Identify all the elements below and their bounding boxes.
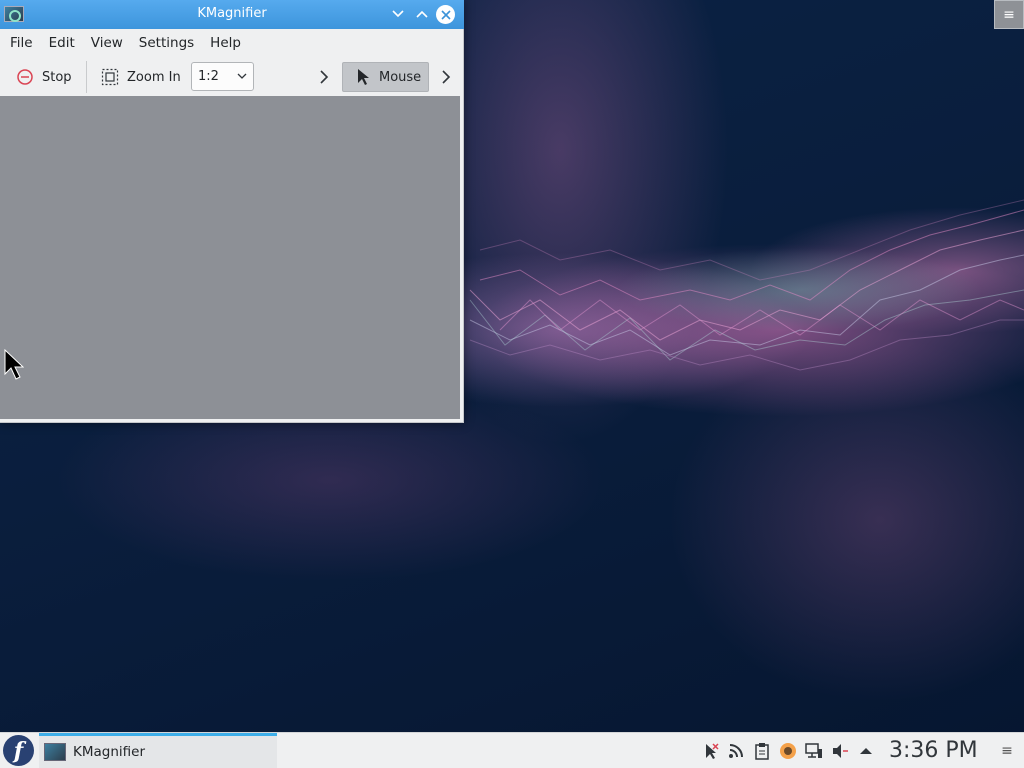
chevron-down-icon — [237, 73, 247, 79]
kmagnifier-app-icon — [44, 743, 66, 761]
toolbar-overflow-arrow[interactable] — [318, 62, 330, 92]
task-item-label: KMagnifier — [73, 744, 146, 760]
panel-options-button[interactable]: ≡ — [998, 741, 1016, 761]
system-tray — [700, 739, 876, 763]
updates-icon[interactable] — [778, 741, 798, 761]
toolbar-separator — [86, 61, 87, 93]
hamburger-icon: ≡ — [1001, 743, 1013, 759]
kmagnifier-tray-icon[interactable] — [700, 741, 720, 761]
minimize-button[interactable] — [388, 4, 408, 24]
zoom-ratio-value: 1:2 — [198, 69, 219, 84]
tray-expand-arrow-icon[interactable] — [856, 741, 876, 761]
mouse-cursor-icon — [358, 69, 369, 85]
chevron-right-icon — [442, 70, 451, 84]
chevron-up-icon — [416, 10, 428, 18]
magnified-view[interactable] — [0, 96, 460, 419]
zoom-in-icon — [101, 68, 119, 86]
close-button[interactable] — [436, 5, 455, 24]
follow-mouse-button[interactable]: Mouse — [342, 62, 429, 92]
kmagnifier-window: KMagnifier File Edit View Settings Help … — [0, 0, 464, 423]
menu-file[interactable]: File — [2, 35, 41, 51]
maximize-button[interactable] — [412, 4, 432, 24]
menubar: File Edit View Settings Help — [0, 29, 464, 57]
rss-feed-icon[interactable] — [726, 741, 746, 761]
volume-muted-icon[interactable] — [830, 741, 850, 761]
stop-label: Stop — [42, 69, 72, 85]
zoom-in-button[interactable]: Zoom In — [101, 62, 181, 92]
stop-button[interactable]: Stop — [16, 62, 72, 92]
toolbar-extension-arrow[interactable] — [440, 62, 452, 92]
stop-icon — [17, 69, 33, 85]
application-launcher[interactable]: f — [3, 735, 34, 766]
chevron-right-icon — [320, 70, 329, 84]
hamburger-icon: ≡ — [1003, 6, 1015, 23]
task-item-kmagnifier[interactable]: KMagnifier — [39, 733, 277, 768]
menu-view[interactable]: View — [83, 35, 131, 51]
digital-clock[interactable]: 3:36 PM — [889, 738, 978, 763]
network-icon[interactable] — [804, 741, 824, 761]
main-toolbar: Stop Zoom In 1:2 Mouse — [0, 57, 464, 96]
menu-edit[interactable]: Edit — [41, 35, 83, 51]
chevron-down-icon — [392, 10, 404, 18]
fedora-logo-icon: f — [13, 737, 24, 764]
taskbar: f KMagnifier 3:36 PM ≡ — [0, 732, 1024, 768]
zoom-in-label: Zoom In — [127, 69, 181, 85]
menu-help[interactable]: Help — [202, 35, 249, 51]
menu-settings[interactable]: Settings — [131, 35, 202, 51]
zoom-ratio-select[interactable]: 1:2 — [191, 62, 254, 91]
mouse-label: Mouse — [379, 69, 422, 85]
titlebar[interactable]: KMagnifier — [0, 0, 464, 29]
desktop-toolbox-button[interactable]: ≡ — [994, 0, 1024, 29]
close-icon — [440, 9, 451, 20]
magnified-cursor-icon — [4, 349, 24, 380]
clipboard-icon[interactable] — [752, 741, 772, 761]
